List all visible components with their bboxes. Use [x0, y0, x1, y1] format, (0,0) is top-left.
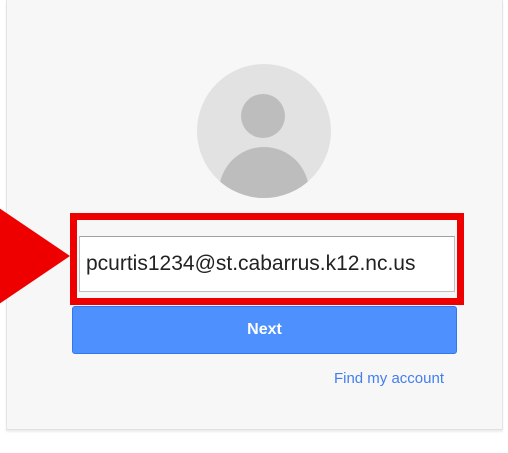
find-my-account-link[interactable]: Find my account — [334, 370, 444, 387]
login-card: Next Find my account — [6, 0, 503, 430]
login-screen: Next Find my account — [0, 0, 508, 453]
email-input[interactable] — [79, 236, 455, 292]
avatar-body-shape — [219, 147, 309, 198]
default-avatar-icon — [197, 64, 331, 198]
next-button[interactable]: Next — [72, 306, 457, 354]
red-arrow-pointer-icon — [0, 168, 70, 344]
avatar-head-shape — [241, 94, 285, 138]
